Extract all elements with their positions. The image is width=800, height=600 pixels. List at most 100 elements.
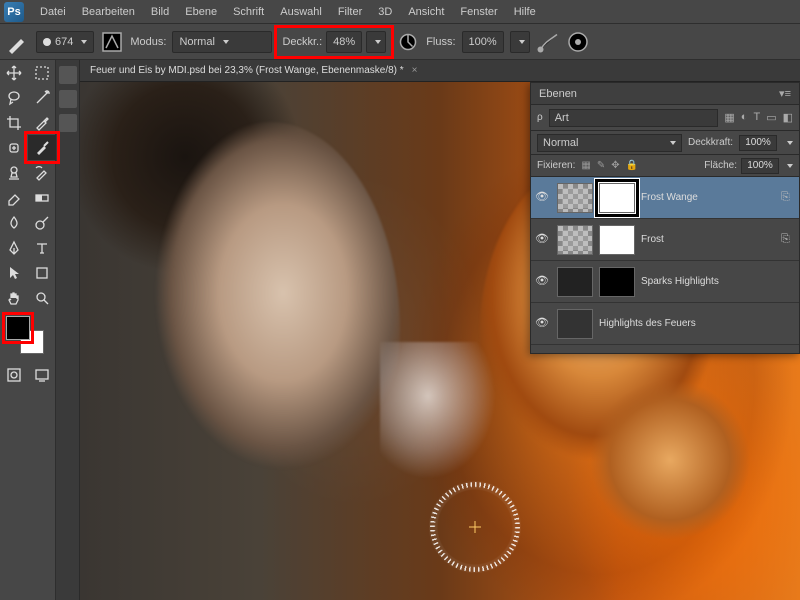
layer-thumbnail[interactable] — [557, 183, 593, 213]
blur-tool[interactable] — [0, 210, 28, 235]
layer-thumbnail[interactable] — [557, 267, 593, 297]
mask-thumbnail[interactable] — [599, 267, 635, 297]
flow-input[interactable]: 100% — [462, 31, 504, 53]
marquee-tool[interactable] — [28, 60, 56, 85]
visibility-icon[interactable]: 👁 — [535, 232, 551, 248]
lock-position-icon[interactable]: ✥ — [611, 160, 619, 171]
menu-image[interactable]: Bild — [143, 0, 177, 24]
lock-all-icon[interactable]: 🔒 — [626, 160, 638, 171]
menu-edit[interactable]: Bearbeiten — [74, 0, 143, 24]
menu-window[interactable]: Fenster — [452, 0, 505, 24]
layer-thumbnail[interactable] — [557, 225, 593, 255]
layer-name[interactable]: Frost Wange — [641, 192, 775, 203]
opacity-dropdown[interactable] — [366, 31, 386, 53]
crop-tool[interactable] — [0, 110, 28, 135]
document-tab[interactable]: Feuer und Eis by MDI.psd bei 23,3% (Fros… — [80, 60, 800, 82]
lock-pixels-icon[interactable]: ✎ — [597, 160, 605, 171]
filter-pixel-icon[interactable]: ▦ — [724, 111, 734, 124]
menu-filter[interactable]: Filter — [330, 0, 370, 24]
filter-type-icon[interactable]: T — [753, 111, 760, 124]
screenmode-toggle[interactable] — [28, 362, 56, 387]
layer-thumbnail[interactable] — [557, 309, 593, 339]
stamp-tool[interactable] — [0, 160, 28, 185]
lasso-tool[interactable] — [0, 85, 28, 110]
filter-smart-icon[interactable]: ◧ — [783, 111, 793, 124]
zoom-tool[interactable] — [28, 285, 56, 310]
chevron-down-icon[interactable] — [787, 164, 793, 168]
visibility-icon[interactable]: 👁 — [535, 190, 551, 206]
chevron-down-icon — [223, 40, 229, 44]
filter-adjust-icon[interactable]: ◐ — [741, 111, 748, 124]
layer-filter-select[interactable]: Art — [549, 109, 719, 127]
menu-view[interactable]: Ansicht — [400, 0, 452, 24]
menu-layer[interactable]: Ebene — [177, 0, 225, 24]
menu-select[interactable]: Auswahl — [272, 0, 330, 24]
gradient-tool[interactable] — [28, 185, 56, 210]
quickmask-toggle[interactable] — [0, 362, 28, 387]
visibility-icon[interactable]: 👁 — [535, 316, 551, 332]
move-tool[interactable] — [0, 60, 28, 85]
eyedropper-tool[interactable] — [28, 110, 56, 135]
foreground-swatch[interactable] — [6, 316, 30, 340]
shape-tool[interactable] — [28, 260, 56, 285]
document-area: Feuer und Eis by MDI.psd bei 23,3% (Fros… — [80, 60, 800, 600]
layer-blend-select[interactable]: Normal — [537, 134, 682, 152]
chevron-down-icon — [670, 141, 676, 145]
tool-preset-icon[interactable] — [6, 30, 30, 54]
flow-dropdown[interactable] — [510, 31, 530, 53]
path-select-tool[interactable] — [0, 260, 28, 285]
panel-menu-icon[interactable]: ▾≡ — [779, 87, 791, 100]
layer-row[interactable]: 👁 Highlights des Feuers — [531, 303, 799, 345]
pen-tool[interactable] — [0, 235, 28, 260]
dodge-tool[interactable] — [28, 210, 56, 235]
layer-row[interactable]: 👁 Frost Wange ⎘ — [531, 177, 799, 219]
layer-opacity-input[interactable]: 100% — [739, 135, 777, 151]
menu-type[interactable]: Schrift — [225, 0, 272, 24]
layer-row[interactable]: 👁 Frost ⎘ — [531, 219, 799, 261]
canvas[interactable]: Ebenen ▾≡ ρ Art ▦ ◐ T ▭ ◧ — [80, 82, 800, 600]
visibility-icon[interactable]: 👁 — [535, 274, 551, 290]
close-icon[interactable]: × — [412, 65, 418, 76]
layer-name[interactable]: Highlights des Feuers — [599, 318, 795, 329]
color-swatches[interactable] — [6, 316, 44, 354]
brush-tool[interactable] — [28, 135, 56, 160]
hand-tool[interactable] — [0, 285, 28, 310]
lock-label: Fixieren: — [537, 160, 575, 171]
panel-tab-icon[interactable] — [59, 66, 77, 84]
panel-tab-icon[interactable] — [59, 90, 77, 108]
fill-input[interactable]: 100% — [741, 158, 779, 174]
chevron-down-icon[interactable] — [787, 141, 793, 145]
lock-transparent-icon[interactable]: ▦ — [581, 160, 590, 171]
collapsed-panels[interactable] — [56, 60, 80, 600]
blend-mode-select[interactable]: Normal — [172, 31, 272, 53]
layer-blend-value: Normal — [543, 137, 578, 149]
layers-list: 👁 Frost Wange ⎘ 👁 Frost ⎘ 👁 — [531, 177, 799, 345]
eraser-tool[interactable] — [0, 185, 28, 210]
airbrush-icon[interactable] — [536, 30, 560, 54]
brush-panel-toggle-icon[interactable] — [100, 30, 124, 54]
mask-thumbnail[interactable] — [599, 225, 635, 255]
filter-shape-icon[interactable]: ▭ — [766, 111, 776, 124]
pressure-opacity-icon[interactable] — [396, 30, 420, 54]
layer-name[interactable]: Sparks Highlights — [641, 276, 795, 287]
type-tool[interactable] — [28, 235, 56, 260]
history-brush-tool[interactable] — [28, 160, 56, 185]
wand-tool[interactable] — [28, 85, 56, 110]
menu-file[interactable]: Datei — [32, 0, 74, 24]
opacity-input[interactable]: 48% — [326, 31, 362, 53]
link-icon[interactable]: ⎘ — [781, 191, 795, 204]
mask-thumbnail[interactable] — [599, 183, 635, 213]
link-icon[interactable]: ⎘ — [781, 233, 795, 246]
menu-help[interactable]: Hilfe — [506, 0, 544, 24]
opacity-value: 48% — [333, 36, 355, 48]
pressure-size-icon[interactable] — [566, 30, 590, 54]
heal-tool[interactable] — [0, 135, 28, 160]
panel-tab-icon[interactable] — [59, 114, 77, 132]
panel-title: Ebenen — [539, 88, 577, 100]
menu-3d[interactable]: 3D — [370, 0, 400, 24]
layer-row[interactable]: 👁 Sparks Highlights — [531, 261, 799, 303]
layer-name[interactable]: Frost — [641, 234, 775, 245]
brush-size-picker[interactable]: 674 — [36, 31, 94, 53]
tool-panel — [0, 60, 56, 600]
layers-panel: Ebenen ▾≡ ρ Art ▦ ◐ T ▭ ◧ — [530, 82, 800, 354]
